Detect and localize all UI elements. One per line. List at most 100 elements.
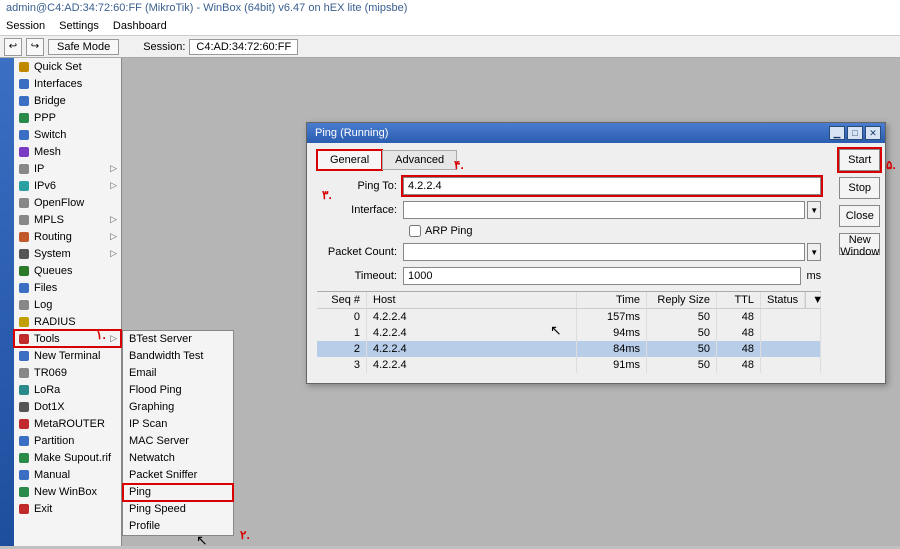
interface-input[interactable]	[403, 201, 805, 219]
col-time[interactable]: Time	[577, 292, 647, 308]
files-icon	[18, 282, 30, 294]
submenu-item-mac-server[interactable]: MAC Server	[123, 433, 233, 450]
submenu-item-flood-ping[interactable]: Flood Ping	[123, 382, 233, 399]
redo-button[interactable]: ↪	[26, 38, 44, 56]
tab-general[interactable]: General	[317, 150, 382, 170]
sidebar-item-mpls[interactable]: MPLS▷	[14, 211, 121, 228]
meta-icon	[18, 418, 30, 430]
col-reply-size[interactable]: Reply Size	[647, 292, 717, 308]
sidebar-item-label: New Terminal	[34, 350, 100, 362]
tab-advanced[interactable]: Advanced	[382, 150, 457, 170]
sidebar-item-ip[interactable]: IP▷	[14, 160, 121, 177]
cell-host: 4.2.2.4	[367, 357, 577, 373]
start-button[interactable]: Start	[839, 149, 880, 171]
mpls-icon	[18, 214, 30, 226]
packet-count-input[interactable]	[403, 243, 805, 261]
cell-seq: 1	[317, 325, 367, 341]
submenu-item-ping-speed[interactable]: Ping Speed	[123, 501, 233, 518]
packet-count-expand-icon[interactable]: ▼	[807, 243, 821, 261]
sidebar-item-new-winbox[interactable]: New WinBox	[14, 483, 121, 500]
ip-icon	[18, 163, 30, 175]
columns-dropdown-icon[interactable]: ▼	[805, 292, 821, 308]
submenu-item-graphing[interactable]: Graphing	[123, 399, 233, 416]
timeout-label: Timeout:	[317, 270, 403, 282]
blank-icon	[18, 367, 30, 379]
close-button[interactable]: Close	[839, 205, 880, 227]
menu-session[interactable]: Session	[6, 20, 45, 33]
sidebar-item-manual[interactable]: Manual	[14, 466, 121, 483]
queue-icon	[18, 265, 30, 277]
undo-button[interactable]: ↩	[4, 38, 22, 56]
sidebar-item-tr069[interactable]: TR069	[14, 364, 121, 381]
sidebar-strip: WinBox	[0, 58, 14, 546]
arp-ping-checkbox[interactable]	[409, 225, 421, 237]
ping-window-titlebar[interactable]: Ping (Running) ▁ □ ✕	[307, 123, 885, 143]
menu-dashboard[interactable]: Dashboard	[113, 20, 167, 33]
col-status[interactable]: Status	[761, 292, 805, 308]
sidebar-item-switch[interactable]: Switch	[14, 126, 121, 143]
submenu-item-email[interactable]: Email	[123, 365, 233, 382]
sidebar-item-exit[interactable]: Exit	[14, 500, 121, 517]
cell-host: 4.2.2.4	[367, 341, 577, 357]
sidebar-item-system[interactable]: System▷	[14, 245, 121, 262]
table-row[interactable]: 24.2.2.484ms5048	[317, 341, 821, 357]
sidebar-item-dot1x[interactable]: Dot1X	[14, 398, 121, 415]
annotation-3: .۳	[322, 188, 332, 202]
col-host[interactable]: Host	[367, 292, 577, 308]
sidebar-item-bridge[interactable]: Bridge	[14, 92, 121, 109]
table-row[interactable]: 04.2.2.4157ms5048	[317, 309, 821, 325]
chevron-right-icon: ▷	[110, 333, 117, 344]
new-window-button[interactable]: New Window	[839, 233, 880, 255]
sidebar-item-log[interactable]: Log	[14, 296, 121, 313]
sidebar-item-metarouter[interactable]: MetaROUTER	[14, 415, 121, 432]
minimize-icon[interactable]: ▁	[829, 126, 845, 140]
sidebar-item-mesh[interactable]: Mesh	[14, 143, 121, 160]
sidebar-item-label: PPP	[34, 112, 56, 124]
menu-settings[interactable]: Settings	[59, 20, 99, 33]
sidebar-item-queues[interactable]: Queues	[14, 262, 121, 279]
timeout-input[interactable]	[403, 267, 801, 285]
sidebar-item-label: New WinBox	[34, 486, 97, 498]
stop-button[interactable]: Stop	[839, 177, 880, 199]
close-icon[interactable]: ✕	[865, 126, 881, 140]
submenu-item-packet-sniffer[interactable]: Packet Sniffer	[123, 467, 233, 484]
mesh-icon	[18, 146, 30, 158]
submenu-item-bandwidth-test[interactable]: Bandwidth Test	[123, 348, 233, 365]
sidebar-item-ipv6[interactable]: IPv6▷	[14, 177, 121, 194]
table-row[interactable]: 14.2.2.494ms5048	[317, 325, 821, 341]
sidebar-item-files[interactable]: Files	[14, 279, 121, 296]
cell-seq: 3	[317, 357, 367, 373]
submenu-item-btest-server[interactable]: BTest Server	[123, 331, 233, 348]
sidebar-item-quick-set[interactable]: Quick Set	[14, 58, 121, 75]
interface-label: Interface:	[317, 204, 403, 216]
safe-mode-button[interactable]: Safe Mode	[48, 39, 119, 55]
menu-bar: Session Settings Dashboard	[0, 18, 900, 36]
sidebar-item-openflow[interactable]: OpenFlow	[14, 194, 121, 211]
sys-icon	[18, 248, 30, 260]
sidebar-item-interfaces[interactable]: Interfaces	[14, 75, 121, 92]
col-ttl[interactable]: TTL	[717, 292, 761, 308]
sidebar-item-label: Manual	[34, 469, 70, 481]
submenu-item-ip-scan[interactable]: IP Scan	[123, 416, 233, 433]
iface-icon	[18, 78, 30, 90]
sidebar-item-label: MPLS	[34, 214, 64, 226]
sidebar-item-make-supout-rif[interactable]: Make Supout.rif	[14, 449, 121, 466]
col-seq[interactable]: Seq #	[317, 292, 367, 308]
chevron-right-icon: ▷	[110, 180, 117, 191]
submenu-item-profile[interactable]: Profile	[123, 518, 233, 535]
maximize-icon[interactable]: □	[847, 126, 863, 140]
cell-host: 4.2.2.4	[367, 325, 577, 341]
sidebar-item-lora[interactable]: LoRa	[14, 381, 121, 398]
sidebar-item-partition[interactable]: Partition	[14, 432, 121, 449]
sidebar-item-new-terminal[interactable]: New Terminal	[14, 347, 121, 364]
supout-icon	[18, 452, 30, 464]
cell-status	[761, 309, 821, 325]
submenu-item-ping[interactable]: Ping	[123, 484, 233, 501]
term-icon	[18, 350, 30, 362]
submenu-item-netwatch[interactable]: Netwatch	[123, 450, 233, 467]
ping-to-input[interactable]	[403, 177, 821, 195]
table-row[interactable]: 34.2.2.491ms5048	[317, 357, 821, 373]
sidebar-item-ppp[interactable]: PPP	[14, 109, 121, 126]
sidebar-item-routing[interactable]: Routing▷	[14, 228, 121, 245]
interface-dropdown-icon[interactable]: ▼	[807, 201, 821, 219]
